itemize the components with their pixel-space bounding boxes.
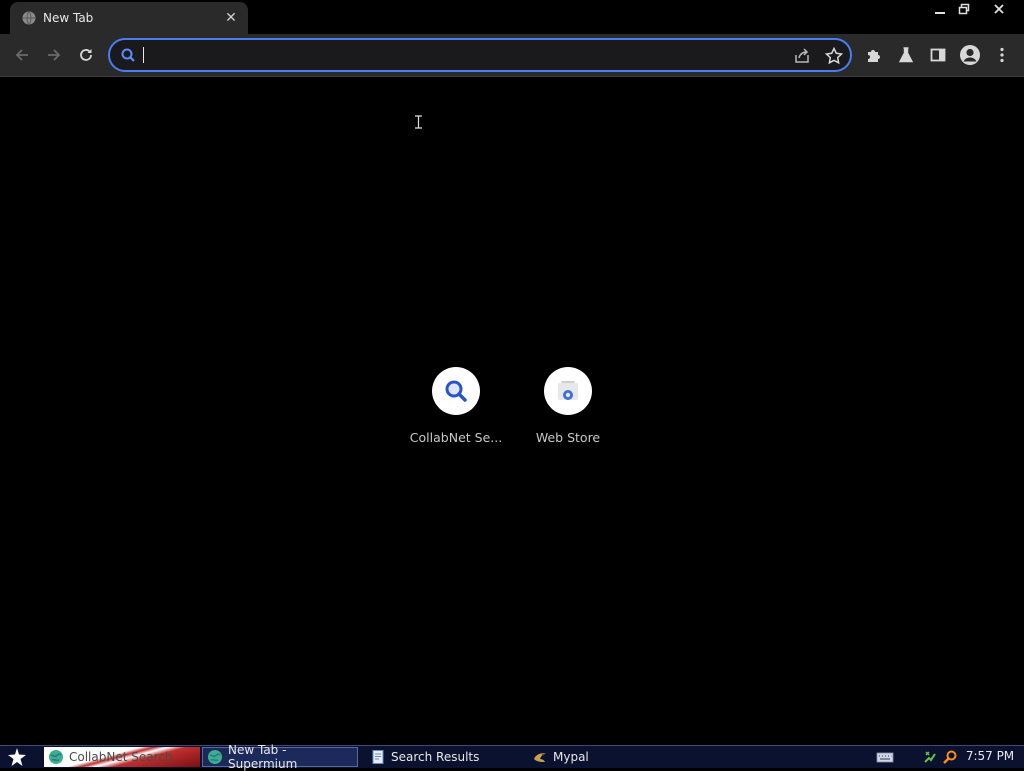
side-panel-icon <box>930 48 946 62</box>
reload-icon <box>80 49 92 61</box>
minimize-icon <box>935 12 945 14</box>
start-star-icon <box>8 748 26 766</box>
bookmark-star-icon[interactable] <box>824 46 844 66</box>
network-icon[interactable] <box>922 749 938 765</box>
browser-menu-button[interactable] <box>990 43 1014 67</box>
taskbar-item-mypal[interactable]: Mypal <box>528 747 648 767</box>
start-button[interactable] <box>4 747 30 767</box>
shortcut-tile-collabnet[interactable]: CollabNet Se... <box>406 367 506 457</box>
magnifier-icon[interactable] <box>942 749 958 765</box>
taskbar-item-label: Search Results <box>391 750 480 764</box>
tab-close-icon[interactable]: ✕ <box>222 9 240 27</box>
new-tab-page: CollabNet Se... Web Store <box>0 78 1024 745</box>
browser-toolbar <box>0 34 1024 77</box>
side-panel-button[interactable] <box>926 43 950 67</box>
avatar-icon <box>960 45 980 65</box>
address-bar[interactable] <box>108 38 852 72</box>
extensions-button[interactable] <box>862 43 886 67</box>
arrow-right-icon <box>48 49 61 61</box>
puzzle-icon <box>868 50 880 62</box>
profile-button[interactable] <box>958 43 982 67</box>
document-icon <box>372 750 384 764</box>
browser-window: New Tab ✕ CollabNet Se... Web Store <box>0 0 1024 745</box>
taskbar-item-label: Mypal <box>553 750 589 764</box>
flask-icon <box>898 47 914 63</box>
taskbar-item-new-tab[interactable]: New Tab - Supermium <box>202 743 358 771</box>
taskbar: CollabNet Search New Tab - Supermium Sea… <box>0 743 1024 771</box>
search-icon <box>121 48 135 62</box>
forward-button[interactable] <box>40 41 68 69</box>
shortcut-icon-bg <box>544 367 592 415</box>
mypal-icon <box>534 753 546 762</box>
globe-icon <box>208 750 222 764</box>
shortcut-label: CollabNet Se... <box>409 430 503 445</box>
reload-button[interactable] <box>72 41 100 69</box>
address-input[interactable] <box>144 44 784 66</box>
tab-strip: New Tab ✕ <box>0 0 1024 34</box>
globe-icon <box>22 11 36 25</box>
restore-button[interactable] <box>952 0 976 18</box>
restore-icon <box>958 3 970 15</box>
tab-new-tab[interactable]: New Tab ✕ <box>10 2 248 34</box>
taskbar-item-label: New Tab - Supermium <box>228 743 298 771</box>
window-close-button[interactable] <box>976 0 1022 18</box>
labs-button[interactable] <box>894 43 918 67</box>
shortcut-icon-bg <box>432 367 480 415</box>
taskbar-clock: 7:57 PM <box>965 749 1015 763</box>
globe-icon <box>49 750 63 764</box>
minimize-button[interactable] <box>928 0 952 18</box>
shortcut-label: Web Store <box>535 430 601 445</box>
share-icon[interactable] <box>792 46 812 66</box>
tab-title: New Tab <box>43 11 94 25</box>
keyboard-icon[interactable] <box>876 750 894 764</box>
taskbar-item-collabnet[interactable]: CollabNet Search <box>44 747 200 767</box>
web-store-icon <box>558 381 578 400</box>
more-vertical-icon <box>1000 47 1004 63</box>
text-cursor-icon <box>415 115 422 129</box>
taskbar-item-search-results[interactable]: Search Results <box>366 747 516 767</box>
back-button[interactable] <box>8 41 36 69</box>
search-icon <box>445 380 467 402</box>
arrow-left-icon <box>15 49 28 61</box>
close-icon <box>994 4 1004 14</box>
taskbar-item-label: CollabNet Search <box>69 750 173 764</box>
shortcut-tile-web-store[interactable]: Web Store <box>518 367 618 457</box>
